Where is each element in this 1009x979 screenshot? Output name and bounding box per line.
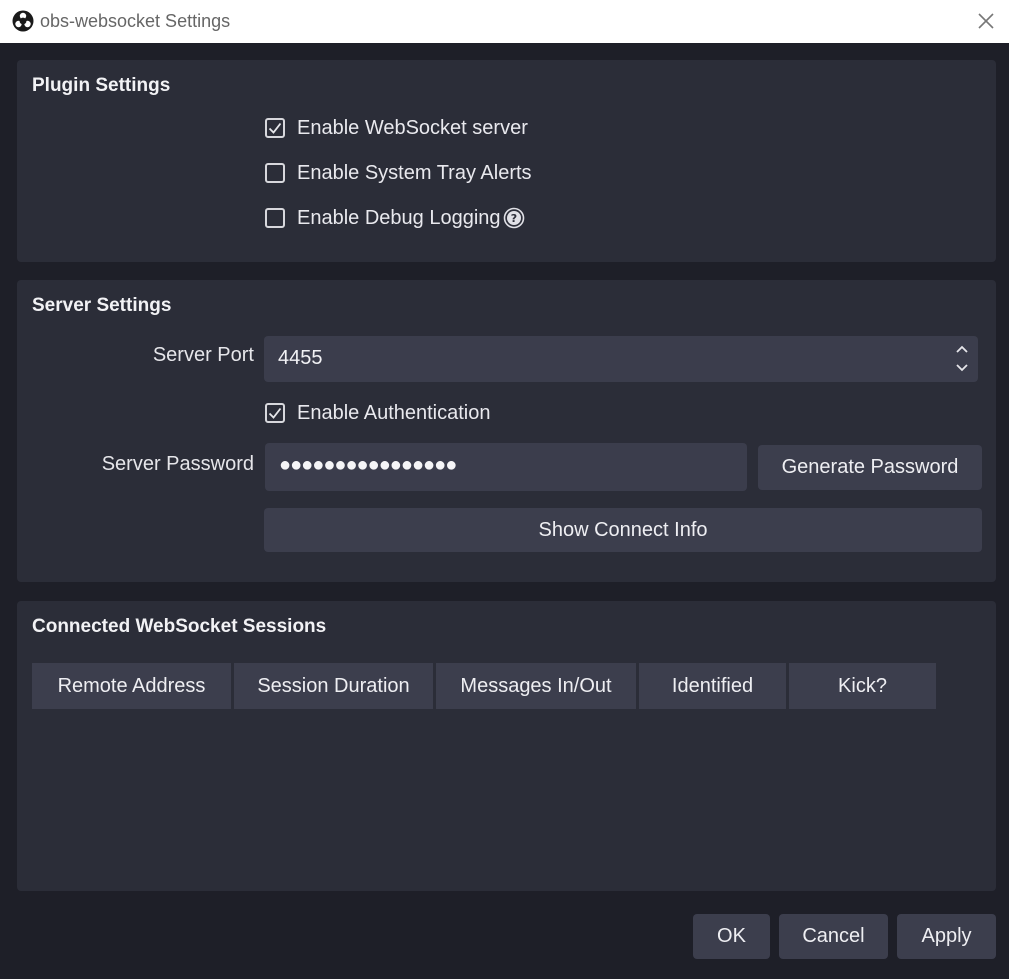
server-settings-title: Server Settings bbox=[32, 295, 172, 316]
enable-websocket-server-row: Enable WebSocket server bbox=[265, 115, 528, 141]
column-remote-address[interactable]: Remote Address bbox=[32, 663, 231, 709]
server-password-value: ●●●●●●●●●●●●●●●● bbox=[279, 454, 457, 476]
column-session-duration[interactable]: Session Duration bbox=[234, 663, 433, 709]
title-bar: obs-websocket Settings bbox=[0, 0, 1009, 43]
sessions-group: Connected WebSocket Sessions Remote Addr… bbox=[17, 601, 996, 891]
close-icon[interactable] bbox=[975, 10, 997, 32]
show-connect-info-button[interactable]: Show Connect Info bbox=[264, 508, 982, 552]
server-settings-group: Server Settings Server Port 4455 Enable … bbox=[17, 280, 996, 582]
check-icon bbox=[268, 407, 282, 419]
server-port-label: Server Port bbox=[152, 344, 254, 366]
plugin-settings-group: Plugin Settings Enable WebSocket server … bbox=[17, 60, 996, 262]
enable-authentication-label[interactable]: Enable Authentication bbox=[297, 402, 491, 425]
enable-tray-alerts-label[interactable]: Enable System Tray Alerts bbox=[297, 162, 532, 185]
sessions-table-header: Remote Address Session Duration Messages… bbox=[32, 663, 939, 709]
enable-authentication-checkbox[interactable] bbox=[265, 403, 285, 423]
plugin-settings-title: Plugin Settings bbox=[32, 75, 171, 96]
enable-debug-logging-label[interactable]: Enable Debug Logging bbox=[297, 207, 501, 230]
server-port-value[interactable]: 4455 bbox=[278, 347, 323, 370]
generate-password-button[interactable]: Generate Password bbox=[758, 445, 982, 490]
server-password-label: Server Password bbox=[101, 453, 254, 475]
column-identified[interactable]: Identified bbox=[639, 663, 786, 709]
svg-text:?: ? bbox=[510, 212, 516, 225]
enable-websocket-server-checkbox[interactable] bbox=[265, 118, 285, 138]
server-port-spinbox[interactable]: 4455 bbox=[264, 336, 978, 382]
enable-debug-logging-checkbox[interactable] bbox=[265, 208, 285, 228]
help-icon[interactable]: ? bbox=[503, 207, 525, 229]
cancel-button[interactable]: Cancel bbox=[779, 914, 888, 959]
column-kick[interactable]: Kick? bbox=[789, 663, 936, 709]
enable-tray-alerts-row: Enable System Tray Alerts bbox=[265, 160, 532, 186]
enable-tray-alerts-checkbox[interactable] bbox=[265, 163, 285, 183]
server-password-input[interactable]: ●●●●●●●●●●●●●●●● bbox=[265, 443, 747, 491]
apply-button[interactable]: Apply bbox=[897, 914, 996, 959]
window-title: obs-websocket Settings bbox=[40, 11, 231, 31]
column-messages-in-out[interactable]: Messages In/Out bbox=[436, 663, 636, 709]
enable-authentication-row: Enable Authentication bbox=[265, 400, 491, 426]
chevron-down-icon[interactable] bbox=[954, 361, 970, 375]
obs-logo-icon bbox=[12, 10, 34, 32]
check-icon bbox=[268, 122, 282, 134]
chevron-up-icon[interactable] bbox=[954, 342, 970, 356]
sessions-title: Connected WebSocket Sessions bbox=[32, 616, 327, 637]
ok-button[interactable]: OK bbox=[693, 914, 770, 959]
enable-debug-logging-row: Enable Debug Logging ? bbox=[265, 205, 525, 231]
enable-websocket-server-label[interactable]: Enable WebSocket server bbox=[297, 117, 528, 140]
